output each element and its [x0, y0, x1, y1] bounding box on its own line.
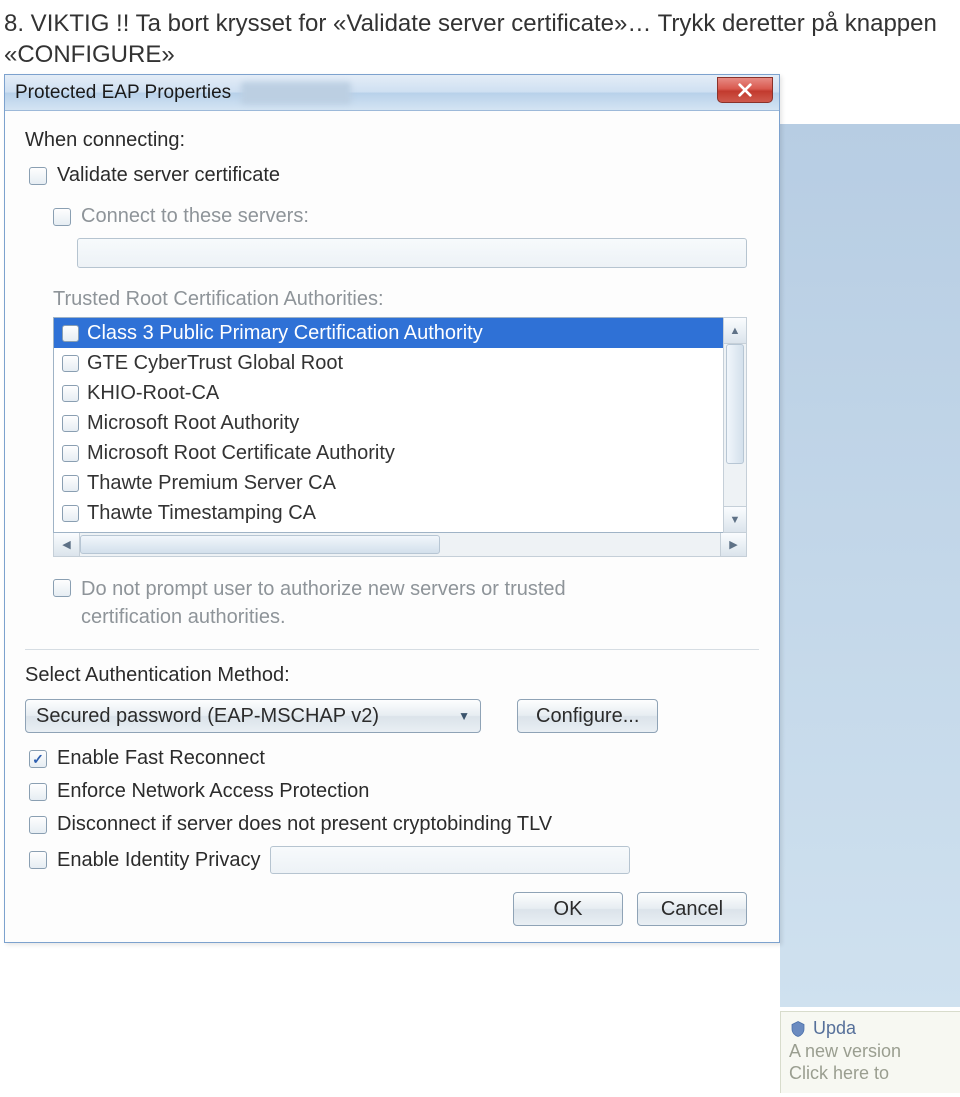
authority-label: Thawte Timestamping CA: [87, 502, 316, 525]
cryptobinding-checkbox[interactable]: [29, 816, 47, 834]
authority-checkbox[interactable]: [62, 325, 79, 342]
connect-servers-input[interactable]: [77, 238, 747, 268]
titlebar-blurred-region: [241, 82, 351, 104]
auth-method-label: Select Authentication Method:: [25, 664, 759, 687]
nap-label: Enforce Network Access Protection: [57, 780, 369, 803]
authority-checkbox[interactable]: [62, 355, 79, 372]
identity-privacy-checkbox[interactable]: [29, 851, 47, 869]
authority-label: Class 3 Public Primary Certification Aut…: [87, 322, 483, 345]
authority-checkbox[interactable]: [62, 445, 79, 462]
eap-properties-dialog: Protected EAP Properties When connecting…: [4, 74, 780, 943]
validate-server-label: Validate server certificate: [57, 164, 280, 187]
when-connecting-label: When connecting:: [25, 129, 759, 152]
configure-button[interactable]: Configure...: [517, 699, 658, 733]
authority-item[interactable]: GTE CyberTrust Global Root: [54, 348, 723, 378]
authority-checkbox[interactable]: [62, 475, 79, 492]
scroll-up-button[interactable]: ▲: [724, 318, 746, 344]
ok-button[interactable]: OK: [513, 892, 623, 926]
cryptobinding-row[interactable]: Disconnect if server does not present cr…: [29, 813, 759, 836]
authorities-vscrollbar[interactable]: ▲ ▼: [723, 317, 747, 533]
scroll-right-button[interactable]: ▶: [720, 533, 746, 556]
identity-privacy-input[interactable]: [270, 846, 630, 874]
validate-server-checkbox[interactable]: [29, 167, 47, 185]
behind-title: Upda: [813, 1018, 856, 1039]
no-prompt-checkbox[interactable]: [53, 579, 71, 597]
nap-checkbox[interactable]: [29, 783, 47, 801]
close-icon: [737, 82, 753, 98]
authorities-hscrollbar[interactable]: ◀ ▶: [53, 533, 747, 557]
authority-checkbox[interactable]: [62, 505, 79, 522]
auth-method-dropdown[interactable]: Secured password (EAP-MSCHAP v2) ▼: [25, 699, 481, 733]
scroll-track[interactable]: [724, 344, 746, 506]
behind-line2: Click here to: [789, 1063, 952, 1085]
scroll-left-button[interactable]: ◀: [54, 533, 80, 556]
identity-privacy-row[interactable]: Enable Identity Privacy: [29, 846, 759, 874]
nap-row[interactable]: Enforce Network Access Protection: [29, 780, 759, 803]
authority-item[interactable]: KHIO-Root-CA: [54, 378, 723, 408]
fast-reconnect-checkbox[interactable]: [29, 750, 47, 768]
trusted-authorities-label: Trusted Root Certification Authorities:: [53, 288, 759, 311]
auth-method-value: Secured password (EAP-MSCHAP v2): [36, 705, 379, 728]
authority-label: Microsoft Root Authority: [87, 412, 299, 435]
authorities-listbox-wrap: Class 3 Public Primary Certification Aut…: [53, 317, 747, 533]
scroll-down-button[interactable]: ▼: [724, 506, 746, 532]
authority-label: Microsoft Root Certificate Authority: [87, 442, 395, 465]
connect-servers-row[interactable]: Connect to these servers:: [53, 205, 759, 228]
behind-line1: A new version: [789, 1041, 952, 1063]
authority-label: KHIO-Root-CA: [87, 382, 219, 405]
authority-item[interactable]: Thawte Timestamping CA: [54, 498, 723, 528]
authority-checkbox[interactable]: [62, 385, 79, 402]
validate-server-row[interactable]: Validate server certificate: [29, 164, 759, 187]
auth-method-row: Secured password (EAP-MSCHAP v2) ▼ Confi…: [25, 699, 759, 733]
authority-item[interactable]: Microsoft Root Authority: [54, 408, 723, 438]
connect-servers-label: Connect to these servers:: [81, 205, 309, 228]
desktop-background-strip: [780, 124, 960, 1007]
authority-checkbox[interactable]: [62, 415, 79, 432]
hscroll-track[interactable]: [80, 533, 720, 556]
authorities-listbox[interactable]: Class 3 Public Primary Certification Aut…: [53, 317, 723, 533]
identity-privacy-label: Enable Identity Privacy: [57, 849, 260, 872]
page-instruction-text: 8. VIKTIG !! Ta bort krysset for «Valida…: [0, 0, 960, 70]
authority-item[interactable]: Microsoft Root Certificate Authority: [54, 438, 723, 468]
no-prompt-row[interactable]: Do not prompt user to authorize new serv…: [53, 575, 759, 631]
cancel-button[interactable]: Cancel: [637, 892, 747, 926]
dialog-title: Protected EAP Properties: [15, 82, 231, 104]
hscroll-thumb[interactable]: [80, 535, 440, 554]
authority-label: GTE CyberTrust Global Root: [87, 352, 343, 375]
fast-reconnect-label: Enable Fast Reconnect: [57, 747, 265, 770]
close-button[interactable]: [717, 77, 773, 103]
dialog-footer: OK Cancel: [25, 878, 759, 928]
fast-reconnect-row[interactable]: Enable Fast Reconnect: [29, 747, 759, 770]
section-divider: [25, 649, 759, 650]
dialog-titlebar: Protected EAP Properties: [5, 75, 779, 111]
scroll-thumb[interactable]: [726, 344, 744, 464]
background-update-popup: Upda A new version Click here to: [780, 1011, 960, 1093]
chevron-down-icon: ▼: [458, 709, 470, 723]
cryptobinding-label: Disconnect if server does not present cr…: [57, 813, 552, 836]
dialog-body: When connecting: Validate server certifi…: [5, 111, 779, 942]
authority-item[interactable]: Class 3 Public Primary Certification Aut…: [54, 318, 723, 348]
authority-label: Thawte Premium Server CA: [87, 472, 336, 495]
connect-servers-checkbox[interactable]: [53, 208, 71, 226]
no-prompt-label: Do not prompt user to authorize new serv…: [81, 575, 661, 631]
authority-item[interactable]: Thawte Premium Server CA: [54, 468, 723, 498]
shield-icon: [789, 1020, 807, 1038]
